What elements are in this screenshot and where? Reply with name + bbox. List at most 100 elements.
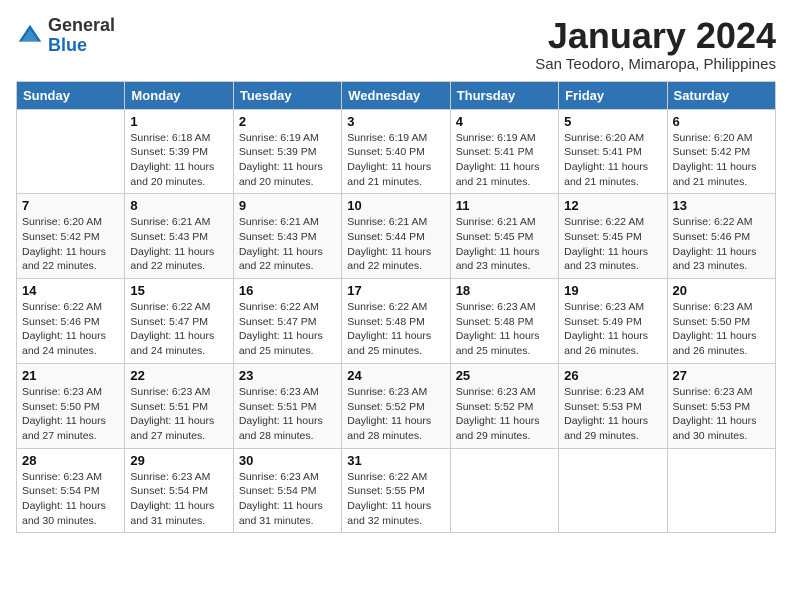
day-cell-26: 26Sunrise: 6:23 AM Sunset: 5:53 PM Dayli… [559, 363, 667, 448]
day-number: 31 [347, 453, 444, 468]
day-number: 10 [347, 198, 444, 213]
day-number: 29 [130, 453, 227, 468]
day-number: 16 [239, 283, 336, 298]
day-info: Sunrise: 6:21 AM Sunset: 5:44 PM Dayligh… [347, 215, 444, 274]
empty-cell [17, 109, 125, 194]
day-number: 21 [22, 368, 119, 383]
day-cell-4: 4Sunrise: 6:19 AM Sunset: 5:41 PM Daylig… [450, 109, 558, 194]
location: San Teodoro, Mimaropa, Philippines [535, 56, 776, 73]
month-title: January 2024 [535, 16, 776, 56]
day-cell-10: 10 Sunrise: 6:21 AM Sunset: 5:44 PM Dayli… [342, 194, 450, 279]
day-number: 3 [347, 114, 444, 129]
day-info: Sunrise: 6:22 AM Sunset: 5:46 PM Dayligh… [22, 300, 119, 359]
day-cell-30: 30 Sunrise: 6:23 AM Sunset: 5:54 PM Dayli… [233, 448, 341, 533]
day-cell-1: 1Sunrise: 6:18 AM Sunset: 5:39 PM Daylig… [125, 109, 233, 194]
day-cell-11: 11 Sunrise: 6:21 AM Sunset: 5:45 PM Dayli… [450, 194, 558, 279]
day-cell-24: 24 Sunrise: 6:23 AM Sunset: 5:52 PM Dayli… [342, 363, 450, 448]
day-cell-25: 25 Sunrise: 6:23 AM Sunset: 5:52 PM Dayli… [450, 363, 558, 448]
day-info: Sunrise: 6:22 AM Sunset: 5:47 PM Dayligh… [130, 300, 227, 359]
header-thursday: Thursday [450, 81, 558, 109]
day-info: Sunrise: 6:23 AM Sunset: 5:49 PM Dayligh… [564, 300, 661, 359]
header-tuesday: Tuesday [233, 81, 341, 109]
day-cell-17: 17 Sunrise: 6:22 AM Sunset: 5:48 PM Dayli… [342, 279, 450, 364]
day-info: Sunrise: 6:23 AM Sunset: 5:54 PM Dayligh… [239, 470, 336, 529]
day-number: 30 [239, 453, 336, 468]
day-info: Sunrise: 6:22 AM Sunset: 5:55 PM Dayligh… [347, 470, 444, 529]
day-number: 11 [456, 198, 553, 213]
day-info: Sunrise: 6:23 AM Sunset: 5:51 PM Dayligh… [239, 385, 336, 444]
day-number: 17 [347, 283, 444, 298]
day-number: 15 [130, 283, 227, 298]
title-block: January 2024 San Teodoro, Mimaropa, Phil… [535, 16, 776, 73]
empty-cell [667, 448, 775, 533]
day-info: Sunrise: 6:23 AM Sunset: 5:54 PM Dayligh… [22, 470, 119, 529]
day-info: Sunrise: 6:23 AM Sunset: 5:52 PM Dayligh… [347, 385, 444, 444]
day-info: Sunrise: 6:21 AM Sunset: 5:43 PM Dayligh… [239, 215, 336, 274]
day-number: 25 [456, 368, 553, 383]
week-row-1: 1Sunrise: 6:18 AM Sunset: 5:39 PM Daylig… [17, 109, 776, 194]
day-cell-2: 2 Sunrise: 6:19 AM Sunset: 5:39 PM Daylig… [233, 109, 341, 194]
day-cell-7: 7 Sunrise: 6:20 AM Sunset: 5:42 PM Daylig… [17, 194, 125, 279]
day-number: 19 [564, 283, 661, 298]
empty-cell [450, 448, 558, 533]
logo-icon [16, 22, 44, 50]
header-sunday: Sunday [17, 81, 125, 109]
day-info: Sunrise: 6:21 AM Sunset: 5:45 PM Dayligh… [456, 215, 553, 274]
day-cell-16: 16 Sunrise: 6:22 AM Sunset: 5:47 PM Dayli… [233, 279, 341, 364]
day-cell-6: 6 Sunrise: 6:20 AM Sunset: 5:42 PM Daylig… [667, 109, 775, 194]
empty-cell [559, 448, 667, 533]
day-info: Sunrise: 6:22 AM Sunset: 5:47 PM Dayligh… [239, 300, 336, 359]
logo: General Blue [16, 16, 115, 56]
day-cell-31: 31 Sunrise: 6:22 AM Sunset: 5:55 PM Dayli… [342, 448, 450, 533]
day-info: Sunrise: 6:20 AM Sunset: 5:41 PM Dayligh… [564, 131, 661, 190]
day-info: Sunrise: 6:22 AM Sunset: 5:45 PM Dayligh… [564, 215, 661, 274]
day-cell-13: 13Sunrise: 6:22 AM Sunset: 5:46 PM Dayli… [667, 194, 775, 279]
day-info: Sunrise: 6:23 AM Sunset: 5:50 PM Dayligh… [673, 300, 770, 359]
day-number: 24 [347, 368, 444, 383]
day-cell-5: 5Sunrise: 6:20 AM Sunset: 5:41 PM Daylig… [559, 109, 667, 194]
day-cell-15: 15 Sunrise: 6:22 AM Sunset: 5:47 PM Dayli… [125, 279, 233, 364]
day-info: Sunrise: 6:23 AM Sunset: 5:54 PM Dayligh… [130, 470, 227, 529]
logo-blue: Blue [48, 36, 115, 56]
logo-text: General Blue [48, 16, 115, 56]
day-number: 2 [239, 114, 336, 129]
day-number: 4 [456, 114, 553, 129]
day-info: Sunrise: 6:19 AM Sunset: 5:39 PM Dayligh… [239, 131, 336, 190]
day-number: 28 [22, 453, 119, 468]
day-info: Sunrise: 6:20 AM Sunset: 5:42 PM Dayligh… [673, 131, 770, 190]
day-info: Sunrise: 6:23 AM Sunset: 5:52 PM Dayligh… [456, 385, 553, 444]
day-info: Sunrise: 6:20 AM Sunset: 5:42 PM Dayligh… [22, 215, 119, 274]
day-number: 12 [564, 198, 661, 213]
day-number: 14 [22, 283, 119, 298]
day-cell-23: 23Sunrise: 6:23 AM Sunset: 5:51 PM Dayli… [233, 363, 341, 448]
week-row-3: 14 Sunrise: 6:22 AM Sunset: 5:46 PM Dayli… [17, 279, 776, 364]
day-info: Sunrise: 6:22 AM Sunset: 5:48 PM Dayligh… [347, 300, 444, 359]
day-cell-12: 12 Sunrise: 6:22 AM Sunset: 5:45 PM Dayli… [559, 194, 667, 279]
calendar-table: SundayMondayTuesdayWednesdayThursdayFrid… [16, 81, 776, 534]
day-number: 13 [673, 198, 770, 213]
day-number: 20 [673, 283, 770, 298]
day-cell-8: 8Sunrise: 6:21 AM Sunset: 5:43 PM Daylig… [125, 194, 233, 279]
day-number: 9 [239, 198, 336, 213]
day-number: 1 [130, 114, 227, 129]
day-cell-21: 21Sunrise: 6:23 AM Sunset: 5:50 PM Dayli… [17, 363, 125, 448]
header-monday: Monday [125, 81, 233, 109]
day-cell-28: 28 Sunrise: 6:23 AM Sunset: 5:54 PM Dayli… [17, 448, 125, 533]
day-cell-29: 29 Sunrise: 6:23 AM Sunset: 5:54 PM Dayli… [125, 448, 233, 533]
header-saturday: Saturday [667, 81, 775, 109]
day-info: Sunrise: 6:23 AM Sunset: 5:48 PM Dayligh… [456, 300, 553, 359]
day-info: Sunrise: 6:21 AM Sunset: 5:43 PM Dayligh… [130, 215, 227, 274]
day-number: 26 [564, 368, 661, 383]
day-number: 6 [673, 114, 770, 129]
day-number: 18 [456, 283, 553, 298]
day-number: 7 [22, 198, 119, 213]
day-cell-27: 27Sunrise: 6:23 AM Sunset: 5:53 PM Dayli… [667, 363, 775, 448]
day-cell-22: 22Sunrise: 6:23 AM Sunset: 5:51 PM Dayli… [125, 363, 233, 448]
day-cell-9: 9 Sunrise: 6:21 AM Sunset: 5:43 PM Daylig… [233, 194, 341, 279]
day-number: 27 [673, 368, 770, 383]
day-number: 22 [130, 368, 227, 383]
week-row-2: 7 Sunrise: 6:20 AM Sunset: 5:42 PM Daylig… [17, 194, 776, 279]
day-cell-20: 20 Sunrise: 6:23 AM Sunset: 5:50 PM Dayli… [667, 279, 775, 364]
week-row-5: 28 Sunrise: 6:23 AM Sunset: 5:54 PM Dayli… [17, 448, 776, 533]
day-cell-19: 19 Sunrise: 6:23 AM Sunset: 5:49 PM Dayli… [559, 279, 667, 364]
